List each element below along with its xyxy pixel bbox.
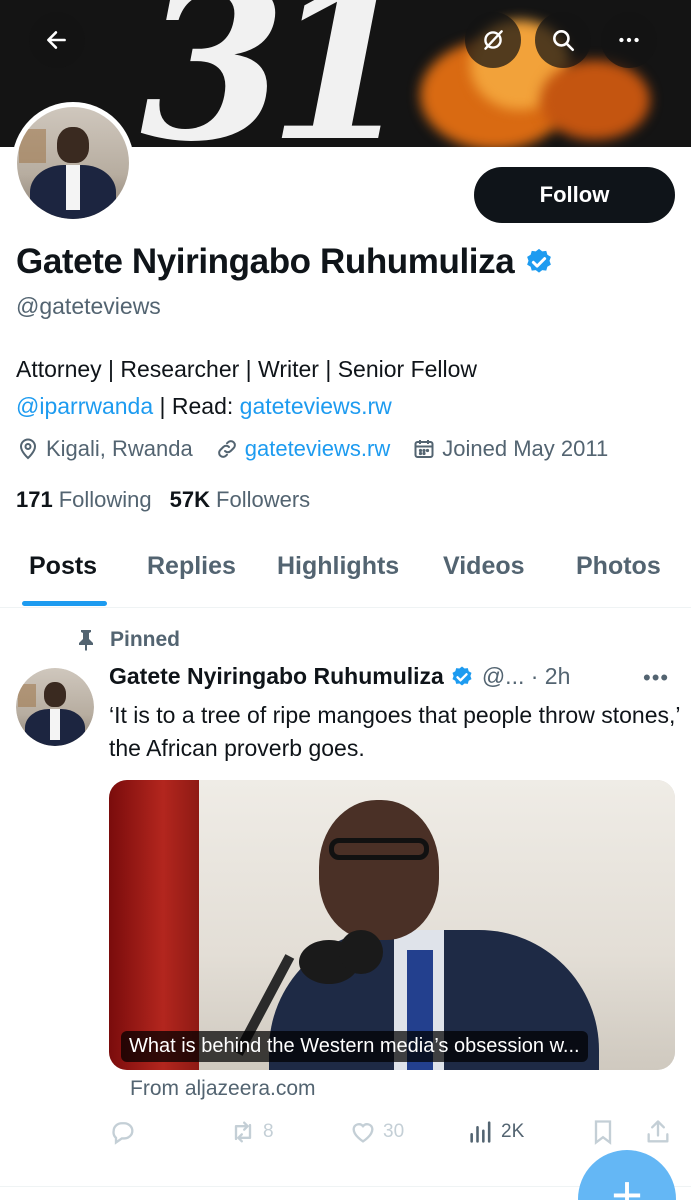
profile-name: Gatete Nyiringabo Ruhumuliza [16, 242, 515, 281]
followers-stat[interactable]: 57K Followers [170, 487, 311, 513]
avatar-shirt [66, 165, 80, 211]
profile-tabs: Posts Replies Highlights Videos Photos [0, 530, 691, 608]
bio-line-1: Attorney | Researcher | Writer | Senior … [16, 356, 478, 382]
like-count: 30 [383, 1121, 405, 1142]
more-button[interactable] [601, 12, 657, 68]
tab-replies[interactable]: Replies [147, 552, 236, 581]
post-actions: 8 30 2K [109, 1118, 675, 1152]
banner-flame-side [540, 60, 650, 140]
pinned-label: Pinned [110, 628, 181, 651]
search-button[interactable] [535, 12, 591, 68]
card-source[interactable]: From aljazeera.com [130, 1077, 316, 1101]
joined-text: Joined May 2011 [442, 436, 609, 461]
back-button[interactable] [29, 12, 85, 68]
reply-button[interactable] [109, 1118, 143, 1146]
repost-button[interactable]: 8 [229, 1118, 274, 1146]
bio-read-text: | Read: [153, 393, 240, 419]
link-preview-card[interactable]: What is behind the Western media’s obses… [109, 780, 675, 1070]
location-item: Kigali, Rwanda [16, 436, 193, 462]
followers-label: Followers [216, 487, 311, 512]
profile-name-row: Gatete Nyiringabo Ruhumuliza [16, 242, 554, 282]
calendar-icon [414, 440, 434, 458]
following-count: 171 [16, 487, 53, 512]
post-meta: @... · 2h [481, 663, 571, 689]
location-pin-icon [19, 438, 37, 460]
post-text: ‘It is to a tree of ripe mangoes that pe… [109, 702, 680, 761]
card-person-glasses [329, 838, 429, 860]
share-button[interactable] [644, 1118, 678, 1146]
banner-number: 31 [140, 0, 414, 147]
profile-stats: 171 Following 57K Followers [16, 487, 328, 513]
card-person-head [319, 800, 439, 940]
views-button[interactable]: 2K [467, 1118, 524, 1146]
bio-mention-link[interactable]: @iparrwanda [16, 393, 153, 419]
repost-icon [234, 1121, 252, 1143]
more-horizontal-icon [619, 37, 639, 43]
profile-meta: Kigali, Rwanda gateteviews.rw Joined May… [16, 436, 630, 462]
compose-fab-button[interactable]: + [578, 1150, 676, 1200]
tab-highlights[interactable]: Highlights [277, 552, 399, 581]
post-avatar-head [44, 682, 66, 707]
post-avatar-photo [16, 668, 94, 746]
repost-count: 8 [263, 1121, 274, 1142]
verified-badge-icon[interactable] [524, 247, 554, 277]
profile-handle: @gateteviews [16, 293, 161, 319]
joined-item: Joined May 2011 [412, 436, 608, 462]
card-caption: What is behind the Western media’s obses… [121, 1031, 588, 1062]
views-count: 2K [501, 1121, 525, 1142]
following-label: Following [58, 487, 152, 512]
share-icon [647, 1120, 669, 1143]
verified-badge-icon [452, 666, 472, 685]
profile-avatar[interactable] [12, 102, 134, 224]
card-red-curtain [109, 780, 199, 1070]
views-chart-icon [470, 1121, 491, 1143]
website-item[interactable]: gateteviews.rw [215, 436, 391, 462]
link-icon [217, 440, 236, 458]
post-author-avatar[interactable] [16, 668, 94, 746]
microphone-2 [339, 930, 383, 974]
follow-button[interactable]: Follow [474, 167, 675, 223]
reply-icon [112, 1122, 134, 1145]
grok-button[interactable] [465, 12, 521, 68]
search-icon [553, 30, 575, 52]
following-stat[interactable]: 171 Following [16, 487, 152, 513]
location-text: Kigali, Rwanda [46, 436, 193, 461]
arrow-left-icon [47, 31, 66, 49]
tab-photos[interactable]: Photos [576, 552, 661, 581]
bookmark-button[interactable] [589, 1118, 623, 1146]
post-author-name[interactable]: Gatete Nyiringabo Ruhumuliza [109, 663, 444, 690]
website-link[interactable]: gateteviews.rw [245, 436, 391, 462]
grok-icon [484, 30, 503, 50]
tab-videos[interactable]: Videos [443, 552, 525, 581]
post-header: Gatete Nyiringabo Ruhumuliza @... · 2h [109, 663, 570, 690]
tab-posts[interactable]: Posts [29, 552, 97, 581]
active-tab-indicator [22, 601, 107, 606]
bio-line-2: @iparrwanda | Read: gateteviews.rw [16, 388, 676, 425]
avatar-bg-shelf [19, 129, 47, 163]
bookmark-icon [594, 1120, 612, 1145]
profile-bio: Attorney | Researcher | Writer | Senior … [16, 351, 676, 425]
followers-count: 57K [169, 487, 211, 512]
pinned-indicator: Pinned [76, 628, 180, 652]
post-more-button[interactable]: ••• [643, 665, 669, 691]
like-button[interactable]: 30 [349, 1118, 404, 1146]
post-avatar-shirt [50, 708, 60, 740]
plus-icon: + [611, 1165, 643, 1200]
avatar-head [57, 127, 89, 163]
bio-website-link[interactable]: gateteviews.rw [240, 393, 392, 419]
avatar-photo [17, 107, 129, 219]
post-avatar-bg [17, 683, 37, 707]
pin-icon [79, 630, 93, 651]
heart-icon [352, 1123, 374, 1143]
